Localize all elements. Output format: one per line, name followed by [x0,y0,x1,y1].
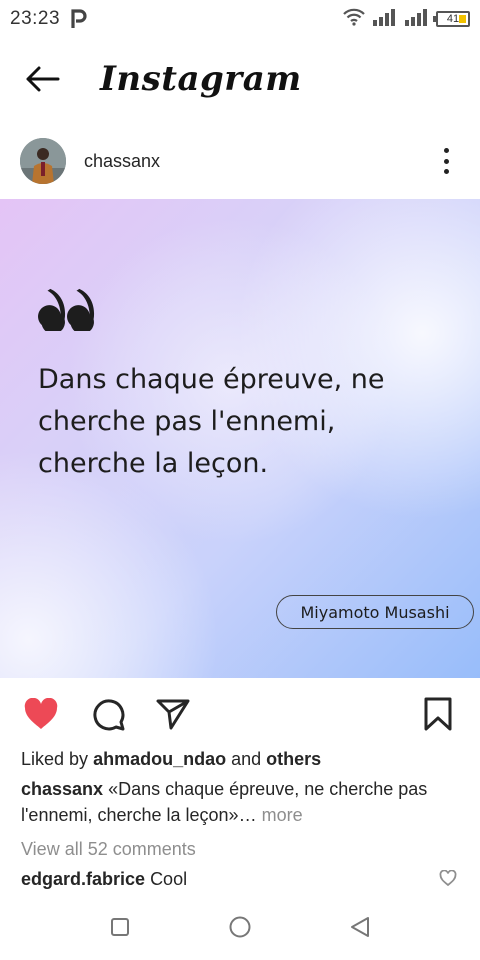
avatar[interactable] [20,138,66,184]
signal-icon [404,8,430,31]
status-time: 23:23 [10,8,61,29]
comment-button[interactable] [88,694,128,734]
caption: chassanx «Dans chaque épreuve, ne cherch… [21,776,461,828]
post-image[interactable]: Dans chaque épreuve, ne cherche pas l'en… [0,199,480,678]
likes-others[interactable]: others [266,749,321,769]
post-username[interactable]: chassanx [84,151,160,172]
comment-text: Cool [150,869,188,889]
battery-icon: 41 [433,11,470,27]
signal-icon [372,8,398,31]
send-icon [156,699,190,730]
quote-text: Dans chaque épreuve, ne cherche pas l'en… [38,364,385,479]
wifi-icon [342,8,366,31]
likes-middle: and [231,749,262,769]
view-all-comments-link[interactable]: View all 52 comments [21,836,461,862]
heart-filled-icon [24,698,58,729]
home-button[interactable] [225,912,255,942]
recents-button[interactable] [105,912,135,942]
more-options-button[interactable] [436,144,456,178]
likes-prefix: Liked by [21,749,89,769]
share-button[interactable] [153,694,193,734]
circle-icon [229,916,251,938]
battery-level: 41 [446,13,460,25]
status-icons: 41 [342,8,470,31]
comment-icon [93,699,125,731]
post-header: chassanx [0,130,480,192]
back-button[interactable] [12,49,72,109]
post-actions [0,688,480,740]
instagram-logo: Instagram [100,59,302,99]
arrow-left-icon [26,66,60,92]
comment-like-button[interactable] [436,866,460,890]
liker-username[interactable]: ahmadou_ndao [93,749,226,769]
more-vertical-icon [443,148,449,153]
bookmark-icon [424,697,452,731]
heart-outline-icon [439,870,457,886]
quote-icon [38,288,95,331]
likes-line: Liked by ahmadou_ndao and others [21,746,461,772]
triangle-back-icon [351,917,369,937]
like-button[interactable] [21,694,61,734]
square-icon [111,918,129,936]
system-nav-bar [0,896,480,960]
status-bar: 23:23 41 [0,0,480,38]
p-icon [70,9,88,29]
caption-ellipsis: … [238,805,257,825]
caption-more-link[interactable]: more [262,805,303,825]
comment-row: edgard.fabrice Cool [21,866,421,892]
system-back-button[interactable] [345,912,375,942]
comment-username[interactable]: edgard.fabrice [21,869,145,889]
save-button[interactable] [418,694,458,734]
author-label: Miyamoto Musashi [276,595,474,629]
caption-username[interactable]: chassanx [21,779,103,799]
app-header: Instagram [0,40,480,118]
